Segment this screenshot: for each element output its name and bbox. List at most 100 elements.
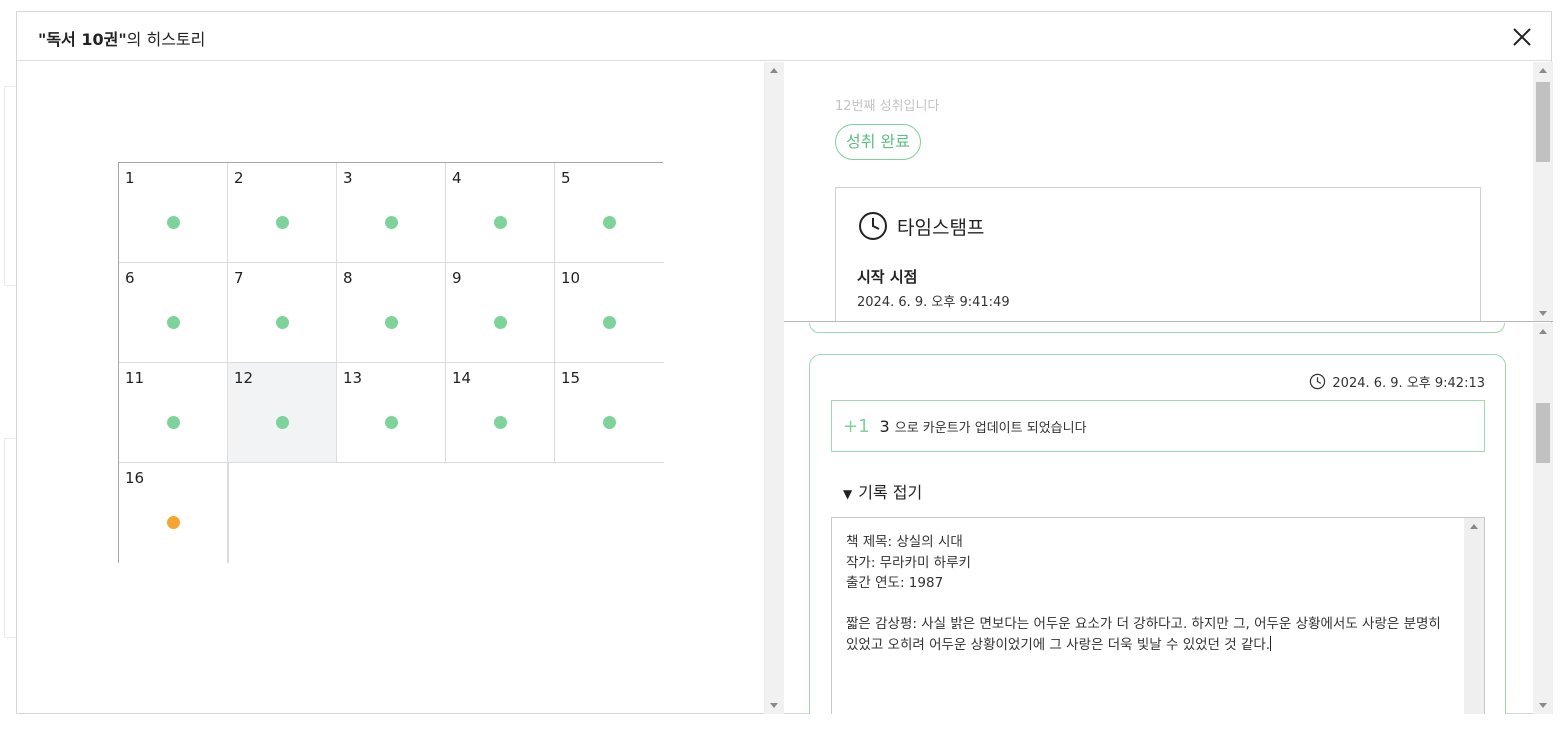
start-time-value: 2024. 6. 9. 오후 9:41:49: [857, 295, 1010, 310]
scroll-down-arrow-icon[interactable]: [770, 703, 778, 708]
count-value: 3: [879, 416, 890, 436]
record-note-textarea[interactable]: 책 제목: 상실의 시대 작가: 무라카미 하루키 출간 연도: 1987 짧은…: [831, 517, 1485, 714]
history-modal: "독서 10권"의 히스토리 1 2 3 4 5 6 7 8 9 10 11 12 13 14 15 16 1…: [16, 11, 1553, 714]
grid-cell-14[interactable]: 14: [446, 363, 555, 463]
grid-cell-2[interactable]: 2: [228, 163, 337, 263]
grid-cell-number: 15: [561, 369, 581, 387]
grid-cell-13[interactable]: 13: [337, 363, 446, 463]
background-page-edge: [4, 438, 16, 638]
grid-cell-12[interactable]: 12: [228, 363, 337, 463]
close-button[interactable]: [1510, 25, 1534, 49]
done-status-dot: [603, 216, 616, 229]
grid-cell-number: 14: [452, 369, 472, 387]
achievement-grid-panel: 1 2 3 4 5 6 7 8 9 10 11 12 13 14 15 16: [17, 62, 764, 714]
grid-cell-number: 9: [452, 269, 462, 287]
grid-cell-number: 3: [343, 169, 353, 187]
timestamp-card: 타임스탬프 시작 시점 2024. 6. 9. 오후 9:41:49: [835, 187, 1481, 321]
scroll-down-arrow-icon[interactable]: [1539, 311, 1547, 316]
clock-icon: [859, 212, 887, 240]
record-note-text[interactable]: 책 제목: 상실의 시대 작가: 무라카미 하루키 출간 연도: 1987 짧은…: [846, 532, 1456, 655]
grid-cell-number: 8: [343, 269, 353, 287]
grid-cell-6[interactable]: 6: [119, 263, 228, 363]
grid-cell-number: 10: [561, 269, 581, 287]
grid-cell-number: 4: [452, 169, 462, 187]
done-status-dot: [276, 416, 289, 429]
done-status-dot: [494, 316, 507, 329]
scroll-down-arrow-icon[interactable]: [1539, 703, 1547, 708]
done-status-dot: [494, 216, 507, 229]
scroll-up-arrow-icon[interactable]: [1470, 524, 1478, 529]
done-status-dot: [276, 216, 289, 229]
modal-title-suffix: 의 히스토리: [126, 30, 206, 49]
pending-status-dot: [167, 516, 180, 529]
grid-cell-number: 6: [125, 269, 135, 287]
increment-badge: +1: [843, 415, 870, 437]
done-status-dot: [385, 216, 398, 229]
grid-cell-empty: [228, 463, 337, 563]
grid-cell-number: 12: [234, 369, 254, 387]
grid-cell-5[interactable]: 5: [555, 163, 664, 263]
timestamp-title: 타임스탬프: [897, 217, 985, 239]
grid-cell-3[interactable]: 3: [337, 163, 446, 263]
clock-icon: [1310, 373, 1326, 390]
modal-title-name: "독서 10권": [38, 30, 127, 49]
done-status-dot: [603, 416, 616, 429]
count-update-message: 으로 카운트가 업데이트 되었습니다: [894, 420, 1087, 436]
scroll-thumb[interactable]: [1536, 403, 1550, 463]
grid-cell-number: 5: [561, 169, 571, 187]
grid-cell-11[interactable]: 11: [119, 363, 228, 463]
grid-cell-1[interactable]: 1: [119, 163, 228, 263]
grid-cell-number: 7: [234, 269, 244, 287]
grid-cell-10[interactable]: 10: [555, 263, 664, 363]
modal-header: "독서 10권"의 히스토리: [17, 12, 1551, 61]
scroll-up-arrow-icon[interactable]: [770, 68, 778, 73]
grid-cell-number: 2: [234, 169, 244, 187]
grid-cell-number: 13: [343, 369, 363, 387]
achievement-complete-chip[interactable]: 성취 완료: [835, 124, 921, 160]
done-status-dot: [385, 416, 398, 429]
entries-panel-scrollbar[interactable]: [1533, 323, 1553, 714]
grid-cell-empty: [337, 463, 446, 563]
done-status-dot: [494, 416, 507, 429]
done-status-dot: [167, 416, 180, 429]
record-note-content[interactable]: 책 제목: 상실의 시대 작가: 무라카미 하루키 출간 연도: 1987 짧은…: [846, 534, 1445, 653]
start-time-label: 시작 시점: [857, 268, 918, 286]
grid-cell-number: 11: [125, 369, 145, 387]
detail-panel-scrollbar[interactable]: [1533, 62, 1553, 321]
collapse-record-label[interactable]: 기록 접기: [858, 483, 922, 502]
grid-cell-16[interactable]: 16: [119, 463, 228, 563]
done-status-dot: [603, 316, 616, 329]
collapse-record-toggle[interactable]: ▼ 기록 접기: [843, 479, 922, 503]
achievement-grid: 1 2 3 4 5 6 7 8 9 10 11 12 13 14 15 16: [118, 162, 664, 563]
history-entry-card: 2024. 6. 9. 오후 9:42:13 +1 3 으로 카운트가 업데이트…: [809, 354, 1506, 714]
background-page-edge: [4, 86, 16, 286]
entry-timestamp: 2024. 6. 9. 오후 9:42:13: [1309, 372, 1485, 391]
scroll-thumb[interactable]: [1536, 82, 1550, 162]
grid-cell-number: 16: [125, 469, 145, 487]
scroll-up-arrow-icon[interactable]: [1539, 68, 1547, 73]
history-entries-panel: 2024. 6. 9. 오후 9:42:13 +1 3 으로 카운트가 업데이트…: [784, 323, 1553, 714]
modal-title: "독서 10권"의 히스토리: [38, 26, 205, 50]
achievement-detail-panel: 12번째 성취입니다 성취 완료 타임스탬프 시작 시점 2024. 6. 9.…: [784, 62, 1553, 322]
achievement-order-text: 12번째 성취입니다: [835, 99, 940, 114]
grid-cell-8[interactable]: 8: [337, 263, 446, 363]
done-status-dot: [276, 316, 289, 329]
grid-cell-15[interactable]: 15: [555, 363, 664, 463]
grid-cell-4[interactable]: 4: [446, 163, 555, 263]
grid-cell-9[interactable]: 9: [446, 263, 555, 363]
count-update-box: +1 3 으로 카운트가 업데이트 되었습니다: [831, 400, 1485, 452]
grid-cell-number: 1: [125, 169, 135, 187]
triangle-down-icon[interactable]: ▼: [843, 487, 852, 501]
left-panel-scrollbar[interactable]: [764, 62, 784, 714]
grid-cell-empty: [446, 463, 555, 563]
grid-cell-7[interactable]: 7: [228, 263, 337, 363]
scroll-up-arrow-icon[interactable]: [1539, 329, 1547, 334]
done-status-dot: [167, 216, 180, 229]
done-status-dot: [167, 316, 180, 329]
note-scrollbar[interactable]: [1464, 518, 1484, 714]
done-status-dot: [385, 316, 398, 329]
entry-timestamp-text: 2024. 6. 9. 오후 9:42:13: [1332, 376, 1485, 391]
grid-cell-empty: [555, 463, 664, 563]
close-icon[interactable]: [1510, 25, 1534, 49]
text-caret: [1270, 635, 1272, 651]
